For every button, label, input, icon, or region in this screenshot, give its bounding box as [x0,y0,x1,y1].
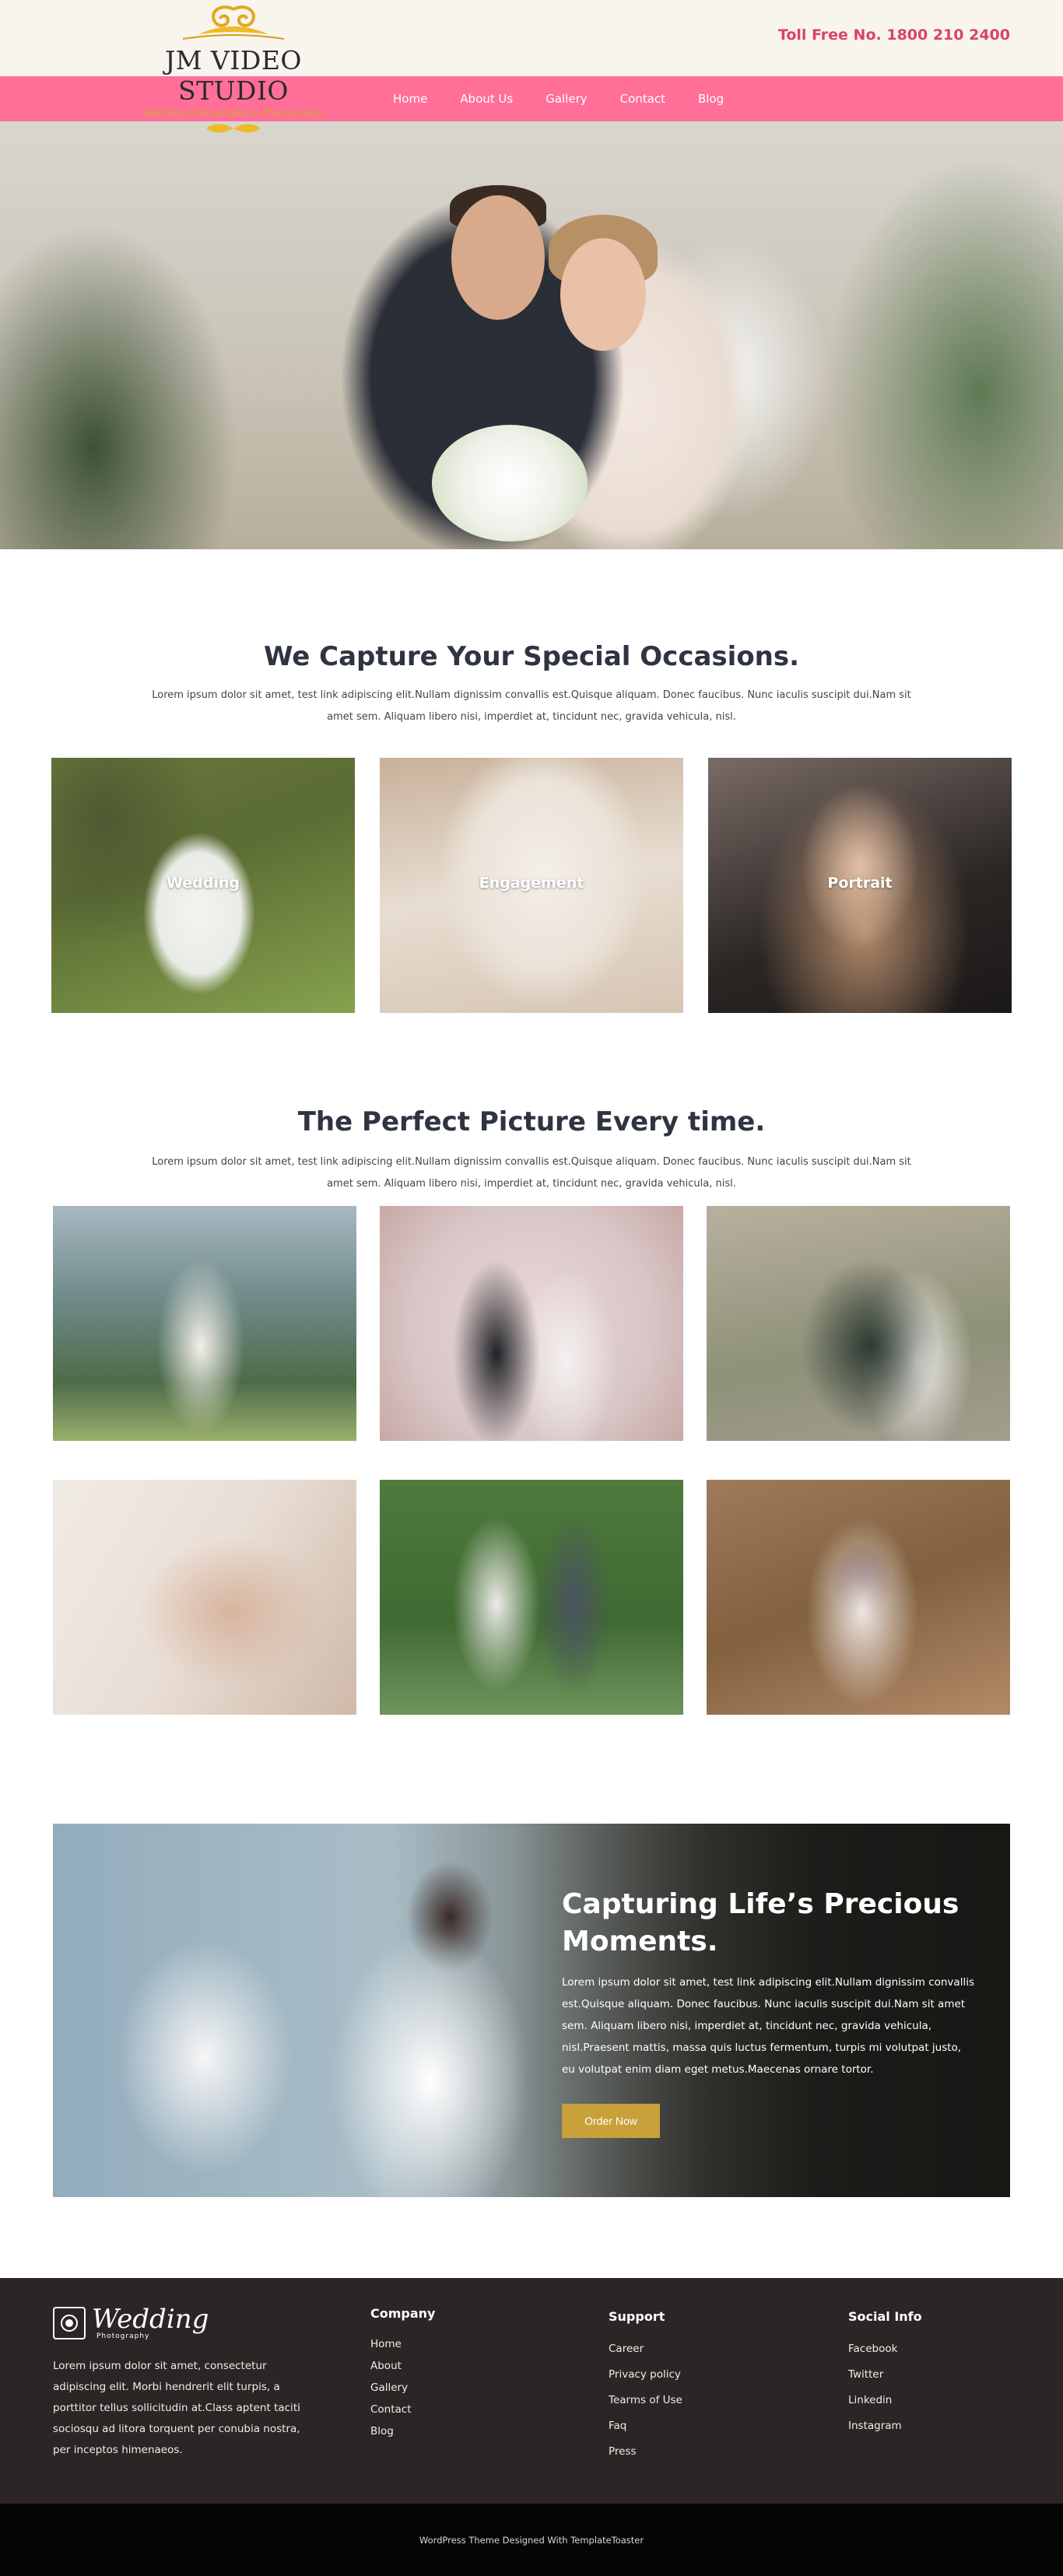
logo-name: JM VIDEO STUDIO [165,45,302,106]
footer-logo[interactable]: Wedding Photography [53,2306,209,2340]
main-nav: Home About Us Gallery Contact Blog [393,76,756,121]
perfect-text: Lorem ipsum dolor sit amet, test link ad… [152,1156,911,1190]
gallery-photo[interactable] [380,1480,683,1715]
card-wedding[interactable]: Wedding [51,758,355,1013]
footer-support: Support Career Privacy policy Tearms of … [609,2309,682,2465]
perfect-picture-section: The Perfect Picture Every time. Lorem ip… [0,1013,1063,1715]
nav-home[interactable]: Home [393,92,427,106]
footer-support-title: Support [609,2309,665,2324]
card-portrait[interactable]: Portrait [708,758,1012,1013]
footer-link-instagram[interactable]: Instagram [848,2413,922,2439]
feature-banner: Capturing Life’s Precious Moments. Lorem… [53,1824,1010,2197]
footer-link-twitter[interactable]: Twitter [848,2362,922,2388]
footer-social-title: Social Info [848,2309,922,2324]
logo-crest-icon [182,5,285,40]
footer-link-faq[interactable]: Faq [609,2413,682,2439]
hero-groom [451,195,545,320]
hero-bride [560,238,646,351]
footer-company-title: Company [370,2306,436,2321]
camera-icon [53,2307,86,2339]
footer-link-blog[interactable]: Blog [370,2420,435,2442]
footer-link-about[interactable]: About [370,2355,435,2377]
banner-text: Lorem ipsum dolor sit amet, test link ad… [562,1976,974,2076]
logo-tagline: Wedding Videography & Photography [143,107,324,118]
page: JM VIDEO STUDIO Wedding Videography & Ph… [0,0,1063,2576]
nav-contact[interactable]: Contact [620,92,665,106]
footer-company: Company Home About Gallery Contact Blog [370,2306,435,2442]
footer-link-terms[interactable]: Tearms of Use [609,2388,682,2413]
footer-link-privacy[interactable]: Privacy policy [609,2362,682,2388]
gallery-photo[interactable] [53,1206,356,1441]
toll-free-number[interactable]: Toll Free No. 1800 210 2400 [778,26,1010,44]
top-bar: JM VIDEO STUDIO Wedding Videography & Ph… [0,0,1063,133]
footer-link-facebook[interactable]: Facebook [848,2336,922,2362]
hero-image [0,121,1063,549]
footer-link-career[interactable]: Career [609,2336,682,2362]
footer-link-contact[interactable]: Contact [370,2399,435,2420]
copyright-text[interactable]: WordPress Theme Designed With TemplateTo… [419,2535,644,2546]
occasions-section: We Capture Your Special Occasions. Lorem… [0,549,1063,1013]
nav-blog[interactable]: Blog [698,92,724,106]
footer-social: Social Info Facebook Twitter Linkedin In… [848,2309,922,2439]
gallery-photo[interactable] [53,1480,356,1715]
logo-ornament-icon [206,124,261,133]
card-label-wedding: Wedding [166,874,240,892]
occasions-text: Lorem ipsum dolor sit amet, test link ad… [152,689,911,723]
footer: Wedding Photography Lorem ipsum dolor si… [0,2278,1063,2504]
gallery-photo[interactable] [380,1206,683,1441]
gallery-photo[interactable] [707,1480,1010,1715]
footer-link-linkedin[interactable]: Linkedin [848,2388,922,2413]
order-now-button[interactable]: Order Now [562,2104,660,2138]
card-engagement[interactable]: Engagement [380,758,683,1013]
gallery-photo[interactable] [707,1206,1010,1441]
card-label-portrait: Portrait [827,874,893,892]
card-label-engagement: Engagement [479,874,584,892]
footer-link-home[interactable]: Home [370,2333,435,2355]
nav-about-us[interactable]: About Us [460,92,513,106]
copyright-bar: WordPress Theme Designed With TemplateTo… [0,2504,1063,2576]
occasions-title: We Capture Your Special Occasions. [263,641,800,672]
gallery-grid [53,1206,1010,1715]
footer-about: Lorem ipsum dolor sit amet, consectetur … [53,2360,300,2456]
hero-bouquet [432,425,588,541]
occasion-cards: Wedding Engagement Portrait [0,758,1063,1013]
footer-link-gallery[interactable]: Gallery [370,2377,435,2399]
site-logo[interactable]: JM VIDEO STUDIO Wedding Videography & Ph… [117,3,350,133]
footer-logo-title: Wedding [92,2304,209,2335]
footer-link-press[interactable]: Press [609,2439,682,2465]
banner-title: Capturing Life’s Precious Moments. [562,1888,960,1957]
nav-gallery[interactable]: Gallery [546,92,587,106]
perfect-title: The Perfect Picture Every time. [297,1106,766,1137]
